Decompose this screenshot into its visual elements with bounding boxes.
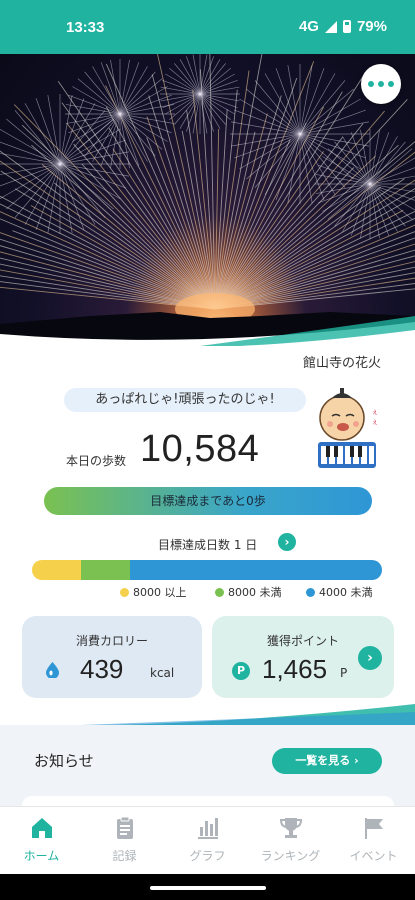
step-distribution-bar [32, 560, 382, 580]
firework-streak [214, 77, 363, 310]
firework-streak [369, 167, 415, 185]
trophy-icon [279, 818, 302, 838]
more-options-button[interactable] [361, 64, 401, 104]
points-value: 1,465 [262, 654, 328, 684]
more-dot-icon [368, 81, 374, 87]
status-bar: 13:33 4G 79% [0, 0, 415, 54]
home-icon [31, 818, 52, 838]
legend-dot-blue [306, 587, 315, 597]
calories-unit: kcal [150, 666, 175, 680]
calories-card: 消費カロリー 439 kcal [22, 616, 202, 698]
svg-text:え: え [372, 420, 377, 426]
goal-progress-bar: 目標達成まであと0歩 [44, 487, 372, 515]
firework-streak [214, 217, 415, 310]
battery-level: 79% [356, 18, 387, 35]
distribution-segment [130, 560, 382, 580]
home-gesture-handle[interactable] [150, 886, 266, 890]
goal-days-text: 目標達成日数 1 日 [158, 538, 258, 552]
legend-8000-under: 8000 未満 [215, 584, 282, 600]
tab-label: 記録 [112, 849, 137, 863]
goal-days-arrow-button[interactable]: › [278, 533, 296, 551]
hero-caption: 館山寺の花火 [302, 356, 381, 371]
tab-record[interactable]: 記録 [83, 807, 166, 874]
more-dot-icon [378, 81, 384, 87]
speech-bubble: あっぱれじゃ!頑張ったのじゃ! [64, 388, 306, 412]
legend-4000-under: 4000 未満 [306, 584, 373, 600]
legend-8000-over: 8000 以上 [120, 584, 187, 600]
status-time: 13:33 [66, 19, 105, 36]
svg-text:え: え [372, 410, 377, 416]
legend-dot-green [215, 587, 224, 597]
signal-icon [324, 20, 337, 33]
steps-label: 本日の歩数 [66, 454, 127, 468]
see-all-label: 一覧を見る [295, 754, 351, 767]
goal-remaining-text: 目標達成まであと0歩 [150, 494, 266, 508]
notice-title: お知らせ [34, 752, 94, 770]
firework-streak [0, 150, 216, 310]
mascot-illustration: え え [318, 388, 380, 468]
tab-label: イベント [349, 849, 398, 863]
firework-streak [0, 141, 61, 165]
firework-streak [146, 137, 216, 310]
distribution-segment [32, 560, 81, 580]
legend-dot-yellow [120, 587, 129, 597]
points-unit: P [340, 666, 348, 680]
tab-home[interactable]: ホーム [0, 807, 83, 874]
tab-label: ランキング [260, 849, 321, 863]
status-indicators: 4G 79% [299, 18, 387, 35]
more-dot-icon [388, 81, 394, 87]
legend-label: 8000 未満 [228, 586, 282, 599]
water-drop-icon [46, 662, 59, 678]
firework-streak [57, 80, 216, 310]
legend-label: 8000 以上 [133, 586, 187, 599]
hero-image [0, 54, 415, 346]
points-card[interactable]: 獲得ポイント P 1,465 P › [212, 616, 394, 698]
calories-value: 439 [80, 654, 124, 684]
network-label: 4G [298, 18, 319, 35]
see-all-button[interactable]: 一覧を見る › [272, 748, 382, 774]
tab-graph[interactable]: グラフ [166, 807, 249, 874]
bar-chart-icon [197, 818, 218, 839]
tab-event[interactable]: イベント [332, 807, 415, 874]
firework-streak [214, 113, 268, 310]
firework-streak [12, 230, 216, 310]
flag-icon [364, 818, 383, 839]
tab-label: ホーム [23, 849, 60, 863]
calories-title: 消費カロリー [75, 634, 148, 648]
firework-streak [112, 148, 216, 310]
points-arrow-button[interactable]: › [358, 646, 382, 670]
point-coin-icon: P [232, 662, 250, 680]
steps-value: 10,584 [140, 428, 260, 470]
tab-label: グラフ [189, 849, 226, 863]
system-nav-bar [0, 874, 415, 900]
fireworks-illustration [0, 54, 415, 346]
decorative-wave [0, 704, 415, 728]
clipboard-icon [116, 816, 133, 839]
bottom-tab-bar: ホーム 記録 グラフ ランキング イベント [0, 806, 415, 874]
distribution-segment [81, 560, 130, 580]
battery-icon [342, 20, 351, 33]
legend-label: 4000 未満 [319, 586, 373, 599]
tab-ranking[interactable]: ランキング [249, 807, 332, 874]
firework-streak [214, 61, 315, 310]
